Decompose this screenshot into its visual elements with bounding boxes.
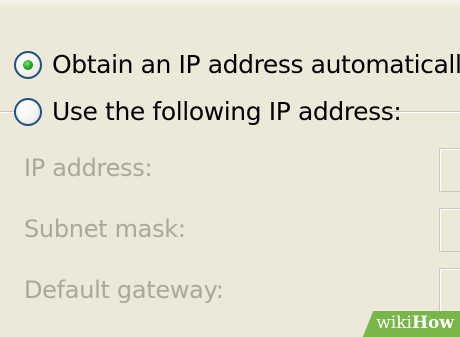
- dialog-top-edge: [0, 0, 460, 8]
- radio-button-checked-icon[interactable]: [14, 50, 42, 79]
- default-gateway-label: Default gateway:: [24, 276, 224, 304]
- obtain-ip-automatically-label[interactable]: Obtain an IP address automatically: [52, 50, 460, 79]
- ip-address-field[interactable]: [439, 148, 460, 192]
- ip-address-label: IP address:: [24, 154, 153, 182]
- default-gateway-field[interactable]: [439, 268, 460, 312]
- wikihow-watermark-part2: How: [411, 313, 454, 333]
- obtain-ip-automatically-option[interactable]: Obtain an IP address automatically: [14, 50, 460, 79]
- wikihow-watermark: wikiHow: [360, 311, 460, 337]
- radio-button-unchecked-icon[interactable]: [14, 97, 42, 126]
- wikihow-watermark-part1: wiki: [376, 313, 412, 333]
- use-following-ip-label[interactable]: Use the following IP address:: [52, 97, 402, 126]
- wikihow-watermark-text: wikiHow: [376, 313, 454, 333]
- groupbox-border-left: [0, 111, 14, 113]
- subnet-mask-field[interactable]: [439, 208, 460, 252]
- subnet-mask-label: Subnet mask:: [24, 215, 186, 243]
- use-following-ip-option[interactable]: Use the following IP address:: [14, 97, 402, 126]
